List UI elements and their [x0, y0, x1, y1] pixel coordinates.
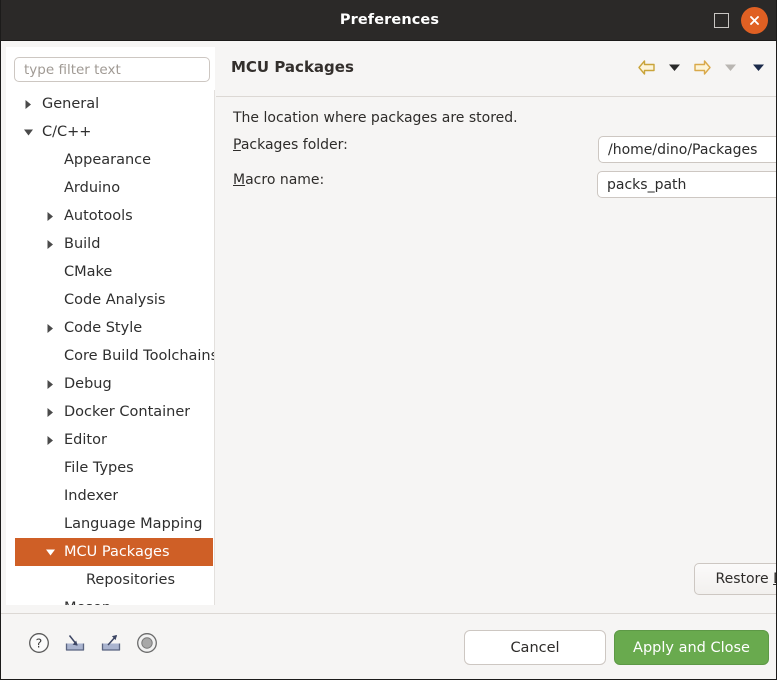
sidebar-item-editor[interactable]: Editor	[6, 426, 214, 454]
page-header: MCU Packages	[216, 41, 777, 97]
sidebar-item-label: Appearance	[64, 152, 151, 168]
sidebar-item-autotools[interactable]: Autotools	[6, 202, 214, 230]
dialog-footer: ?	[1, 613, 776, 679]
restore-defaults-button[interactable]: Restore Defaults	[694, 563, 777, 595]
import-icon[interactable]	[62, 630, 88, 656]
sidebar-item-label: Repositories	[86, 572, 175, 588]
sidebar-item-build[interactable]: Build	[6, 230, 214, 258]
sidebar-item-label: C/C++	[42, 124, 91, 140]
sidebar-item-label: MCU Packages	[64, 544, 170, 560]
packages-folder-label: Packages folder:	[233, 137, 348, 153]
window-controls	[714, 0, 768, 41]
maximize-icon[interactable]	[714, 13, 729, 28]
preferences-window: Preferences type filter text General C/C+…	[0, 0, 777, 680]
help-icon[interactable]: ?	[26, 630, 52, 656]
title-bar: Preferences	[1, 0, 777, 41]
sidebar-item-docker-container[interactable]: Docker Container	[6, 398, 214, 426]
chevron-right-icon[interactable]	[42, 211, 58, 222]
preference-tree[interactable]: General C/C++ Appearance Arduino Autotools Bu…	[6, 90, 215, 605]
sidebar-item-indexer[interactable]: Indexer	[6, 482, 214, 510]
sidebar-item-repositories[interactable]: Repositories	[6, 566, 214, 594]
pane-menu-chevron[interactable]	[748, 57, 769, 78]
filter-input[interactable]: type filter text	[14, 57, 210, 82]
sidebar-item-label: CMake	[64, 264, 112, 280]
sidebar-item-code-style[interactable]: Code Style	[6, 314, 214, 342]
chevron-down-icon[interactable]	[20, 128, 36, 137]
packages-folder-input[interactable]: /home/dino/Packages	[598, 136, 777, 163]
page-description: The location where packages are stored.	[233, 110, 518, 126]
sidebar-item-language-mapping[interactable]: Language Mapping	[6, 510, 214, 538]
sidebar-item-label: File Types	[64, 460, 134, 476]
sidebar-item-meson[interactable]: Meson	[6, 594, 214, 605]
sidebar-item-label: Core Build Toolchains	[64, 348, 214, 364]
close-icon[interactable]	[741, 7, 768, 34]
sidebar-item-debug[interactable]: Debug	[6, 370, 214, 398]
sidebar-item-label: Indexer	[64, 488, 118, 504]
chevron-right-icon[interactable]	[42, 435, 58, 446]
macro-name-label-row: Macro name:	[233, 172, 324, 188]
sidebar-item-label: Code Analysis	[64, 292, 165, 308]
sidebar-item-arduino[interactable]: Arduino	[6, 174, 214, 202]
chevron-right-icon[interactable]	[42, 379, 58, 390]
chevron-right-icon[interactable]	[42, 323, 58, 334]
back-history-chevron[interactable]	[664, 57, 685, 78]
sidebar-item-appearance[interactable]: Appearance	[6, 146, 214, 174]
page-title: MCU Packages	[231, 58, 354, 76]
sidebar-item-label: Build	[64, 236, 100, 252]
forward-arrow-icon[interactable]	[692, 57, 713, 78]
window-title: Preferences	[1, 12, 777, 28]
sidebar-item-label: Meson	[64, 600, 111, 605]
macro-name-label: Macro name:	[233, 172, 324, 188]
sidebar-item-core-build-toolchains[interactable]: Core Build Toolchains	[6, 342, 214, 370]
sidebar-item-code-analysis[interactable]: Code Analysis	[6, 286, 214, 314]
sidebar-item-c-c[interactable]: C/C++	[6, 118, 214, 146]
sidebar-item-label: General	[42, 96, 99, 112]
sidebar-item-label: Code Style	[64, 320, 142, 336]
sidebar-item-file-types[interactable]: File Types	[6, 454, 214, 482]
footer-icon-group: ?	[26, 630, 160, 656]
record-icon[interactable]	[134, 630, 160, 656]
chevron-down-icon[interactable]	[42, 548, 58, 557]
chevron-right-icon[interactable]	[42, 407, 58, 418]
sidebar-item-label: Docker Container	[64, 404, 190, 420]
sidebar-item-mcu-packages[interactable]: MCU Packages	[15, 538, 213, 566]
preferences-sidebar: type filter text General C/C++ Appearance A…	[6, 47, 215, 605]
packages-folder-label-row: Packages folder:	[233, 137, 348, 153]
macro-name-input[interactable]: packs_path	[597, 171, 777, 198]
apply-and-close-button[interactable]: Apply and Close	[614, 630, 769, 665]
sidebar-item-label: Arduino	[64, 180, 120, 196]
sidebar-item-general[interactable]: General	[6, 90, 214, 118]
chevron-right-icon[interactable]	[20, 99, 36, 110]
sidebar-item-label: Editor	[64, 432, 107, 448]
sidebar-item-cmake[interactable]: CMake	[6, 258, 214, 286]
preference-page: MCU Packages The location where packages…	[216, 41, 777, 613]
sidebar-item-label: Language Mapping	[64, 516, 202, 532]
chevron-right-icon[interactable]	[42, 239, 58, 250]
cancel-button[interactable]: Cancel	[464, 630, 606, 665]
svg-text:?: ?	[36, 636, 43, 651]
export-icon[interactable]	[98, 630, 124, 656]
sidebar-item-label: Autotools	[64, 208, 133, 224]
forward-history-chevron	[720, 57, 741, 78]
sidebar-item-label: Debug	[64, 376, 112, 392]
page-navigation	[636, 57, 769, 78]
back-arrow-icon[interactable]	[636, 57, 657, 78]
